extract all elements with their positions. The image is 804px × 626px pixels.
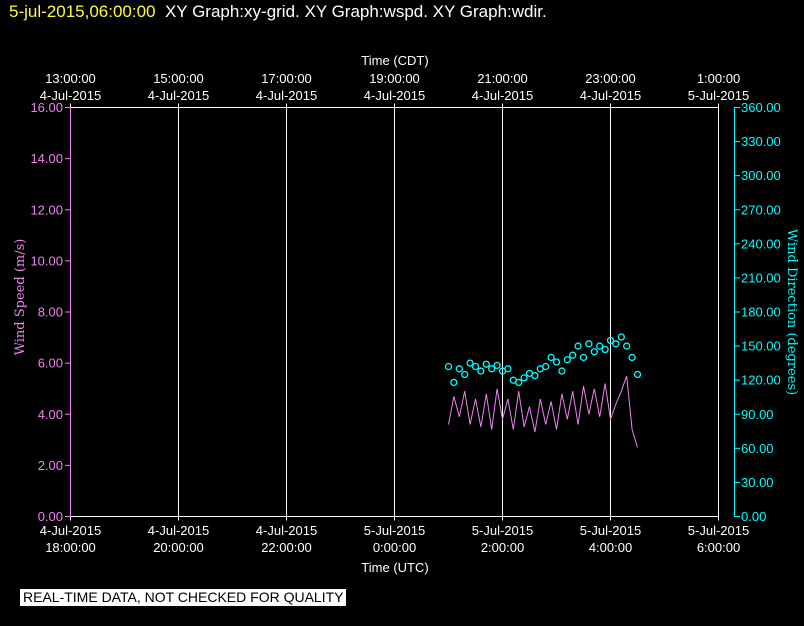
bottom-tick-time: 2:00:00 [481,540,524,555]
bottom-tick-time: 4:00:00 [589,540,632,555]
right-tick-label: 180.00 [741,305,781,320]
right-axis-ticks: 0.00 30.00 60.00 90.00 120.00 150.00 180.00 210… [734,100,781,524]
right-axis-title: Wind Direction (degrees) [784,229,799,395]
right-tick-label: 30.00 [741,475,774,490]
right-tick-label: 60.00 [741,441,774,456]
right-tick-label: 360.00 [741,100,781,115]
wind-direction-point [444,362,453,371]
wind-speed-line [448,375,638,448]
wind-direction-point [477,367,485,375]
top-tick-time: 15:00:00 [153,71,204,86]
left-tick-label: 10.00 [30,253,63,268]
right-tick-label: 0.00 [741,509,766,524]
right-tick-label: 120.00 [741,373,781,388]
left-tick-label: 4.00 [38,407,63,422]
bottom-tick-date: 5-Jul-2015 [364,523,425,538]
wind-direction-point [623,342,631,350]
wind-direction-point [520,374,528,382]
wind-direction-point [569,351,577,359]
series-layer [444,333,642,448]
wind-direction-point [504,365,512,373]
bottom-tick-time: 6:00:00 [697,540,740,555]
wind-direction-point [482,360,490,368]
bottom-tick-date: 5-Jul-2015 [688,523,749,538]
bottom-tick-date: 4-Jul-2015 [40,523,101,538]
bottom-axis-ticks: 4-Jul-2015 18:00:00 4-Jul-2015 20:00:00 4-Ju… [40,516,749,555]
wind-direction-point [461,370,469,379]
top-axis-title: Time (CDT) [361,53,428,68]
wind-direction-point [531,371,539,380]
right-tick-label: 210.00 [741,270,781,285]
bottom-tick-date: 4-Jul-2015 [148,523,209,538]
wind-direction-point [455,365,463,373]
wind-direction-point [450,378,458,387]
left-tick-label: 8.00 [38,305,63,320]
top-tick-time: 19:00:00 [369,71,420,86]
left-tick-label: 12.00 [30,202,63,217]
right-tick-label: 270.00 [741,202,781,217]
top-tick-time: 21:00:00 [477,71,528,86]
wind-direction-point [558,367,566,375]
left-tick-label: 14.00 [30,151,63,166]
left-tick-label: 2.00 [38,458,63,473]
right-tick-label: 90.00 [741,407,774,422]
top-tick-date: 4-Jul-2015 [364,88,425,103]
wind-direction-point [563,356,571,364]
wind-direction-point [601,345,609,354]
right-tick-label: 150.00 [741,339,781,354]
bottom-axis-title: Time (UTC) [361,560,428,575]
top-axis-ticks: 13:00:00 4-Jul-2015 15:00:00 4-Jul-2015 17:0… [40,71,749,108]
top-tick-date: 4-Jul-2015 [256,88,317,103]
wind-direction-point [515,378,523,387]
wind-direction-point [542,362,550,371]
right-tick-label: 240.00 [741,236,781,251]
top-tick-time: 13:00:00 [45,71,96,86]
wind-direction-point [612,340,620,348]
wind-direction-point [590,348,598,356]
wind-direction-point [579,353,588,362]
bottom-tick-time: 22:00:00 [261,540,312,555]
wind-direction-point [471,362,480,371]
top-tick-time: 1:00:00 [697,71,740,86]
right-tick-label: 300.00 [741,168,781,183]
top-tick-time: 17:00:00 [261,71,312,86]
top-tick-time: 23:00:00 [585,71,636,86]
wind-direction-point [552,358,561,366]
wind-direction-point [574,342,582,350]
left-tick-label: 0.00 [38,509,63,524]
bottom-tick-date: 5-Jul-2015 [472,523,533,538]
left-axis-ticks: 0.00 2.00 4.00 6.00 8.00 10.00 12.00 14.00 16.00 [30,100,71,524]
wind-direction-point [628,353,636,362]
top-tick-date: 4-Jul-2015 [472,88,533,103]
bottom-tick-date: 5-Jul-2015 [580,523,641,538]
wind-direction-point [493,361,501,370]
top-tick-date: 4-Jul-2015 [148,88,209,103]
wind-direction-point [585,340,593,348]
right-tick-label: 330.00 [741,134,781,149]
quality-notice: REAL-TIME DATA, NOT CHECKED FOR QUALITY [20,589,347,606]
bottom-tick-time: 0:00:00 [373,540,416,555]
top-tick-date: 5-Jul-2015 [688,88,749,103]
wind-chart: Time (CDT) 13:00:00 4-Jul-2015 15:00:00 4-J… [13,53,799,575]
bottom-tick-time: 20:00:00 [153,540,204,555]
bottom-tick-date: 4-Jul-2015 [256,523,317,538]
wind-direction-point [547,353,555,362]
wind-direction-point [617,333,625,341]
grid-layer [178,107,719,517]
left-tick-label: 16.00 [30,100,63,115]
left-axis-title: Wind Speed (m/s) [13,239,28,356]
wind-direction-point [633,370,642,379]
top-tick-date: 4-Jul-2015 [580,88,641,103]
bottom-tick-time: 18:00:00 [45,540,96,555]
left-tick-label: 6.00 [38,356,63,371]
